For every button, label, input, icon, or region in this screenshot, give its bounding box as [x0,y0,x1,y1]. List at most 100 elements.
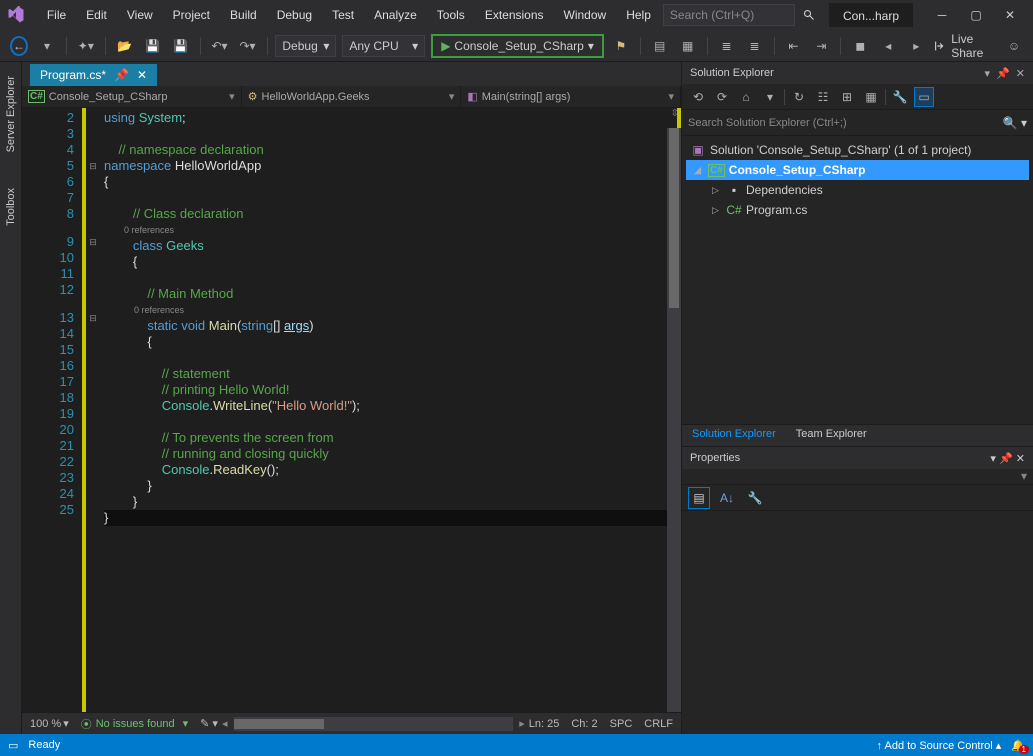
menu-file[interactable]: File [37,4,76,26]
tree-solution-root[interactable]: ▣ Solution 'Console_Setup_CSharp' (1 of … [686,140,1029,160]
back-icon[interactable]: ⟲ [688,87,708,107]
expand-icon[interactable]: ▷ [712,205,722,216]
preview-icon[interactable]: ▭ [914,87,934,107]
comment-button[interactable]: ≣ [716,35,738,57]
code-editor[interactable]: 2345678910111213141516171819202122232425… [22,108,681,712]
sync-icon[interactable]: ↻ [789,87,809,107]
config-dropdown[interactable]: Debug▾ [275,35,336,57]
properties-dropdown[interactable]: ▾ [682,469,1033,485]
close-button[interactable]: ✕ [993,1,1027,29]
menu-analyze[interactable]: Analyze [364,4,427,26]
menu-edit[interactable]: Edit [76,4,117,26]
step-button[interactable]: ⚑ [610,35,632,57]
panel-menu-icon[interactable]: ▾ [990,453,996,465]
bm-next-button[interactable]: ▸ [905,35,927,57]
tab-solution-explorer[interactable]: Solution Explorer [682,425,786,446]
nav-project-dropdown[interactable]: C# Console_Setup_CSharp▾ [22,86,242,107]
indent-button[interactable]: ⇥ [810,35,832,57]
split-editor-icon[interactable]: ⇳ [671,108,679,119]
col-indicator[interactable]: Ch: 2 [571,718,597,730]
close-tab-icon[interactable]: ✕ [137,68,147,82]
menu-extensions[interactable]: Extensions [475,4,554,26]
solution-tree[interactable]: ▣ Solution 'Console_Setup_CSharp' (1 of … [682,136,1033,424]
nav-fwd-dropdown[interactable]: ▾ [36,35,58,57]
tbx1-icon[interactable]: ▤ [649,35,671,57]
tab-team-explorer[interactable]: Team Explorer [786,425,877,446]
expand-icon[interactable]: ◢ [694,165,704,176]
panel-pin-icon[interactable]: 📌 [996,67,1010,80]
properties-icon[interactable]: 🔧 [890,87,910,107]
panel-close-icon[interactable]: ✕ [1016,453,1025,465]
doc-tab-label: Program.cs* [40,68,106,82]
outdent-button[interactable]: ⇤ [782,35,804,57]
properties-grid[interactable] [682,511,1033,734]
menu-view[interactable]: View [117,4,163,26]
line-indicator[interactable]: Ln: 25 [529,718,560,730]
categorized-icon[interactable]: ▤ [688,487,710,509]
platform-dropdown[interactable]: Any CPU▾ [342,35,425,57]
menu-project[interactable]: Project [163,4,220,26]
maximize-button[interactable]: ▢ [959,1,993,29]
start-debug-button[interactable]: ▶Console_Setup_CSharp▾ [431,34,604,58]
save-all-button[interactable]: 💾 [170,35,192,57]
horizontal-scrollbar[interactable]: ◂ ▸ [234,717,513,731]
feedback-button[interactable]: ☺ [1003,35,1025,57]
solution-search[interactable]: Search Solution Explorer (Ctrl+;) 🔍 ▾ [682,110,1033,136]
menu-debug[interactable]: Debug [267,4,322,26]
minimize-button[interactable]: ─ [925,1,959,29]
server-explorer-tab[interactable]: Server Explorer [3,68,19,160]
save-button[interactable]: 💾 [142,35,164,57]
menu-tools[interactable]: Tools [427,4,475,26]
menu-build[interactable]: Build [220,4,267,26]
lightbulb-icon[interactable]: ✎ ▾ [200,717,218,730]
indent-indicator[interactable]: SPC [610,718,633,730]
redo-button[interactable]: ↷▾ [237,35,259,57]
nav-back-button[interactable]: ← [8,35,30,57]
home-icon[interactable]: ⌂ [736,87,756,107]
tree-file-program[interactable]: ▷ C# Program.cs [686,200,1029,220]
solution-title-tab[interactable]: Con...harp [829,3,913,27]
undo-button[interactable]: ↶▾ [209,35,231,57]
prop-wrench-icon[interactable]: 🔧 [744,487,766,509]
panel-pin-icon[interactable]: 📌 [999,453,1013,465]
nav-method-dropdown[interactable]: ◧ Main(string[] args)▾ [461,86,681,107]
issues-indicator[interactable]: ⦿ No issues found ▾ [81,716,188,732]
status-rect-icon[interactable]: ▭ [8,739,18,752]
filter-icon[interactable]: ☷ [813,87,833,107]
liveshare-label[interactable]: Live Share [951,32,991,60]
pin-icon[interactable]: 📌 [114,68,129,82]
bookmark-button[interactable]: ◼ [849,35,871,57]
search-icon[interactable]: 🔍 ▾ [1003,116,1027,130]
vertical-scrollbar[interactable] [667,128,681,712]
toolbox-tab[interactable]: Toolbox [3,180,19,234]
switch-view-icon[interactable]: ▾ [760,87,780,107]
tree-dependencies[interactable]: ▷ ▪ Dependencies [686,180,1029,200]
document-tab-program[interactable]: Program.cs* 📌 ✕ [30,64,157,86]
open-file-button[interactable]: 📂 [114,35,136,57]
zoom-dropdown[interactable]: 100 % ▾ [30,717,69,730]
nav-class-dropdown[interactable]: ⚙ HelloWorldApp.Geeks▾ [242,86,462,107]
fwd-icon[interactable]: ⟳ [712,87,732,107]
alphabetical-icon[interactable]: A↓ [716,487,738,509]
collapse-icon[interactable]: ⊞ [837,87,857,107]
tree-project[interactable]: ◢ C# Console_Setup_CSharp [686,160,1029,180]
notifications-icon[interactable]: 🔔1 [1011,739,1025,752]
bm-prev-button[interactable]: ◂ [877,35,899,57]
new-project-button[interactable]: ✦▾ [75,35,97,57]
code-surface[interactable]: using System; // namespace declarationna… [100,108,677,712]
uncomment-button[interactable]: ≣ [744,35,766,57]
search-input[interactable]: Search (Ctrl+Q) [663,4,795,26]
liveshare-icon[interactable] [933,39,947,53]
panel-close-icon[interactable]: ✕ [1016,67,1025,80]
eol-indicator[interactable]: CRLF [644,718,673,730]
menu-window[interactable]: Window [554,4,617,26]
add-source-control[interactable]: ↑ Add to Source Control ▴ [877,739,1002,752]
fold-margin[interactable]: ⊟⊟⊟ [86,108,100,712]
showall-icon[interactable]: ▦ [861,87,881,107]
tbx2-icon[interactable]: ▦ [677,35,699,57]
menu-test[interactable]: Test [322,4,364,26]
expand-icon[interactable]: ▷ [712,185,722,196]
panel-menu-icon[interactable]: ▾ [985,67,991,80]
menu-help[interactable]: Help [616,4,661,26]
search-icon[interactable] [803,9,815,21]
